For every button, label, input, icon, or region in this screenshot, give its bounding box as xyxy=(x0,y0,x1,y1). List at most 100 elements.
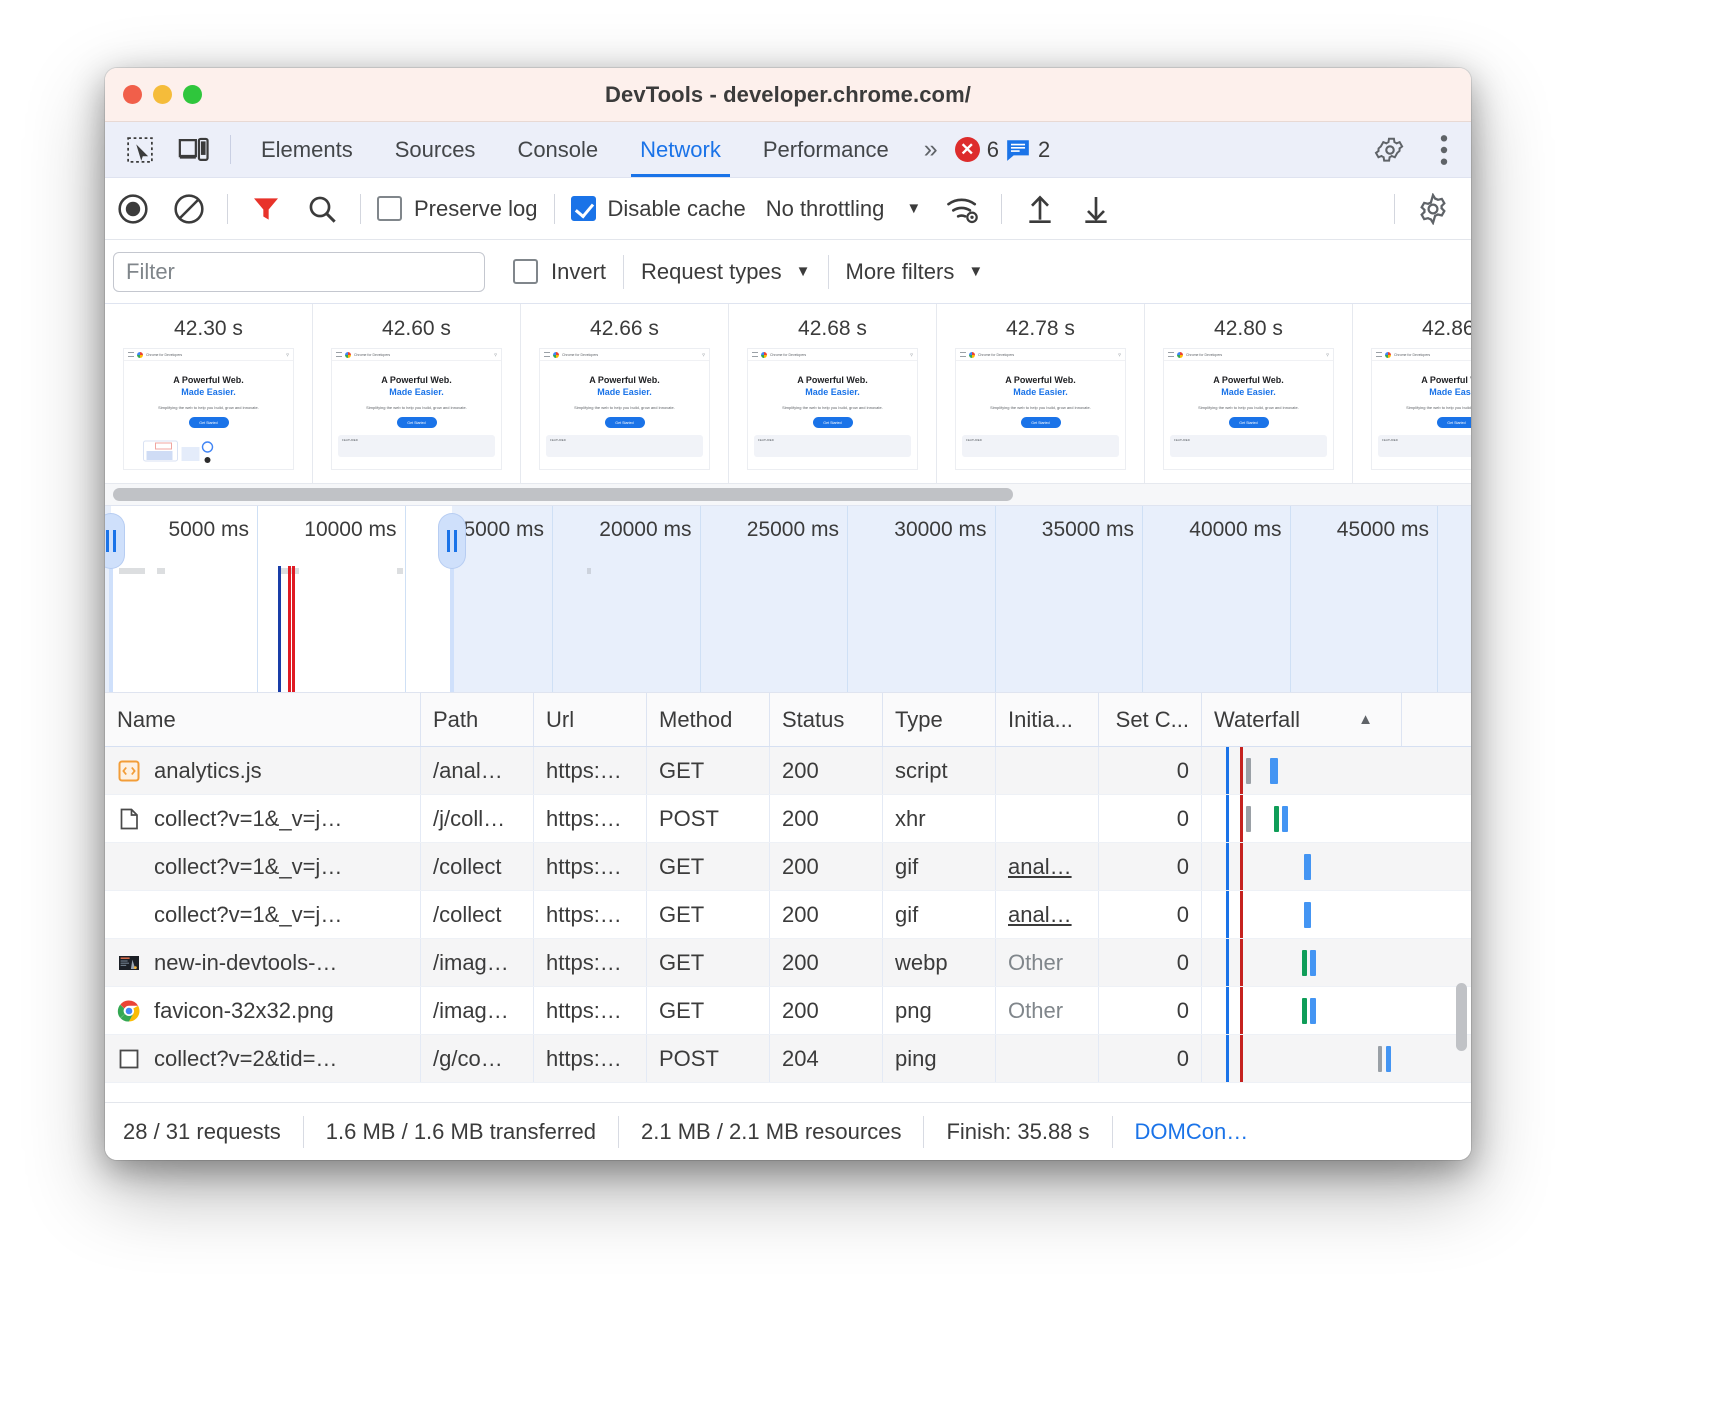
frame-timestamp: 42.68 s xyxy=(729,310,936,348)
overview-domcontentloaded-marker xyxy=(278,566,281,692)
frame-thumbnail: Chrome for Developers ⚲ A Powerful Web. … xyxy=(955,348,1126,470)
tab-elements[interactable]: Elements xyxy=(240,122,374,177)
filmstrip-frame[interactable]: 42.78 s Chrome for Developers ⚲ A Powerf… xyxy=(937,304,1145,483)
filterbar-divider-2 xyxy=(828,255,829,289)
cell-setcookies: 0 xyxy=(1099,1035,1202,1082)
request-types-label: Request types xyxy=(641,259,782,285)
throttling-select[interactable]: No throttling xyxy=(752,196,893,222)
upload-arrow-icon[interactable] xyxy=(1012,178,1068,240)
frame-thumbnail: Chrome for Developers ⚲ A Powerful Web. … xyxy=(1163,348,1334,470)
gear-icon[interactable] xyxy=(1363,134,1417,166)
no-icon-placeholder xyxy=(117,855,141,879)
overview-gridline xyxy=(1290,506,1291,692)
cell-setcookies: 0 xyxy=(1099,987,1202,1034)
filmstrip-frame[interactable]: 42.86 s Chrome for Developers ⚲ A Powerf… xyxy=(1353,304,1471,483)
status-value: 204 xyxy=(782,1046,819,1072)
column-header-status[interactable]: Status xyxy=(770,693,883,746)
preview-headline-2: Made Easier. xyxy=(540,387,709,397)
column-header-method[interactable]: Method xyxy=(647,693,770,746)
preview-topbar: Chrome for Developers ⚲ xyxy=(124,349,293,361)
initiator-value[interactable]: anal… xyxy=(1008,854,1072,880)
request-types-dropdown[interactable]: Request types ▼ xyxy=(641,259,811,285)
device-toolbar-icon[interactable] xyxy=(167,122,221,177)
chevron-down-icon[interactable]: ▼ xyxy=(892,200,935,217)
column-header-path[interactable]: Path xyxy=(421,693,534,746)
invert-checkbox[interactable]: Invert xyxy=(513,259,606,285)
search-icon: ⚲ xyxy=(910,352,913,357)
search-icon[interactable] xyxy=(294,178,350,240)
waterfall-bar xyxy=(1304,854,1311,880)
filmstrip-frame[interactable]: 42.30 s Chrome for Developers ⚲ A Powerf… xyxy=(105,304,313,483)
url-value: https:… xyxy=(546,998,622,1024)
disable-cache-checkbox[interactable]: Disable cache xyxy=(565,196,752,222)
wifi-settings-icon[interactable] xyxy=(935,178,991,240)
tab-sources[interactable]: Sources xyxy=(374,122,497,177)
filter-input[interactable] xyxy=(113,252,485,292)
inspect-element-icon[interactable] xyxy=(113,122,167,177)
waterfall-domcontentloaded-line xyxy=(1226,747,1229,794)
preview-subhead: Simplifying the web to help you build, g… xyxy=(1372,405,1471,410)
dots-vertical-icon[interactable] xyxy=(1417,134,1471,166)
network-overview-timeline[interactable]: 5000 ms10000 ms15000 ms20000 ms25000 ms3… xyxy=(105,506,1471,692)
clear-prohibited-icon[interactable] xyxy=(161,178,217,240)
waterfall-load-line xyxy=(1240,1035,1243,1082)
error-counter[interactable]: ✕ 6 xyxy=(955,137,999,163)
table-row[interactable]: collect?v=1&_v=j…/j/coll…https:…POST200x… xyxy=(105,795,1471,843)
network-toolbar: Preserve log Disable cache No throttling… xyxy=(105,178,1471,240)
filmstrip-hscrollbar[interactable] xyxy=(105,484,1471,506)
record-circle-icon[interactable] xyxy=(105,178,161,240)
table-row[interactable]: collect?v=1&_v=j…/collecthttps:…GET200gi… xyxy=(105,843,1471,891)
column-header-label: Method xyxy=(659,707,732,733)
table-row[interactable]: collect?v=1&_v=j…/collecthttps:…GET200gi… xyxy=(105,891,1471,939)
request-name: collect?v=1&_v=j… xyxy=(154,806,342,832)
column-header-name[interactable]: Name xyxy=(105,693,421,746)
cell-type: gif xyxy=(883,843,996,890)
column-header-url[interactable]: Url xyxy=(534,693,647,746)
table-row[interactable]: favicon-32x32.png/imag…https:…GET200pngO… xyxy=(105,987,1471,1035)
request-name: collect?v=1&_v=j… xyxy=(154,902,342,928)
tab-console[interactable]: Console xyxy=(496,122,619,177)
cell-setcookies: 0 xyxy=(1099,795,1202,842)
overview-selection-handle-right[interactable] xyxy=(439,514,465,568)
table-row[interactable]: collect?v=2&tid=…/g/co…https:…POST204pin… xyxy=(105,1035,1471,1083)
waterfall-load-line xyxy=(1240,747,1243,794)
cell-url: https:… xyxy=(534,795,647,842)
waterfall-bar xyxy=(1304,902,1311,928)
cell-initiator[interactable]: anal… xyxy=(996,891,1099,938)
column-header-initia[interactable]: Initia... xyxy=(996,693,1099,746)
column-header-type[interactable]: Type xyxy=(883,693,996,746)
download-arrow-icon[interactable] xyxy=(1068,178,1124,240)
tab-network[interactable]: Network xyxy=(619,122,742,177)
cell-url: https:… xyxy=(534,891,647,938)
more-filters-dropdown[interactable]: More filters ▼ xyxy=(846,259,984,285)
table-row[interactable]: analytics.js/anal…https:…GET200script0 xyxy=(105,747,1471,795)
filmstrip-frame[interactable]: 42.80 s Chrome for Developers ⚲ A Powerf… xyxy=(1145,304,1353,483)
filmstrip-frame[interactable]: 42.68 s Chrome for Developers ⚲ A Powerf… xyxy=(729,304,937,483)
gear-icon[interactable] xyxy=(1405,178,1461,240)
cell-initiator xyxy=(996,1035,1099,1082)
waterfall-bar xyxy=(1378,1046,1382,1072)
cell-initiator[interactable]: anal… xyxy=(996,843,1099,890)
method-value: POST xyxy=(659,806,719,832)
tab-performance[interactable]: Performance xyxy=(742,122,910,177)
initiator-value[interactable]: anal… xyxy=(1008,902,1072,928)
message-counter[interactable]: 2 xyxy=(1005,137,1050,163)
column-header-setc[interactable]: Set C... xyxy=(1099,693,1202,746)
preserve-log-checkbox[interactable]: Preserve log xyxy=(371,196,544,222)
table-vscrollbar-thumb[interactable] xyxy=(1456,983,1467,1051)
filmstrip-frame[interactable]: 42.60 s Chrome for Developers ⚲ A Powerf… xyxy=(313,304,521,483)
url-value: https:… xyxy=(546,806,622,832)
overview-handle-stem-right xyxy=(450,566,454,692)
table-row[interactable]: new-in-devtools-…/imag…https:…GET200webp… xyxy=(105,939,1471,987)
overview-load-marker-2 xyxy=(292,566,295,692)
column-header-waterfall[interactable]: Waterfall▲ xyxy=(1202,693,1402,746)
chevron-double-right-icon[interactable]: » xyxy=(910,122,949,177)
cell-waterfall xyxy=(1202,747,1402,794)
funnel-icon[interactable] xyxy=(238,178,294,240)
overview-selection-handle-left[interactable] xyxy=(105,514,124,568)
filmstrip-frame[interactable]: 42.66 s Chrome for Developers ⚲ A Powerf… xyxy=(521,304,729,483)
column-header-label: Name xyxy=(117,707,176,733)
scrollbar-thumb[interactable] xyxy=(113,488,1013,501)
chrome-logo-icon xyxy=(345,352,351,358)
overview-request-band xyxy=(119,568,145,574)
